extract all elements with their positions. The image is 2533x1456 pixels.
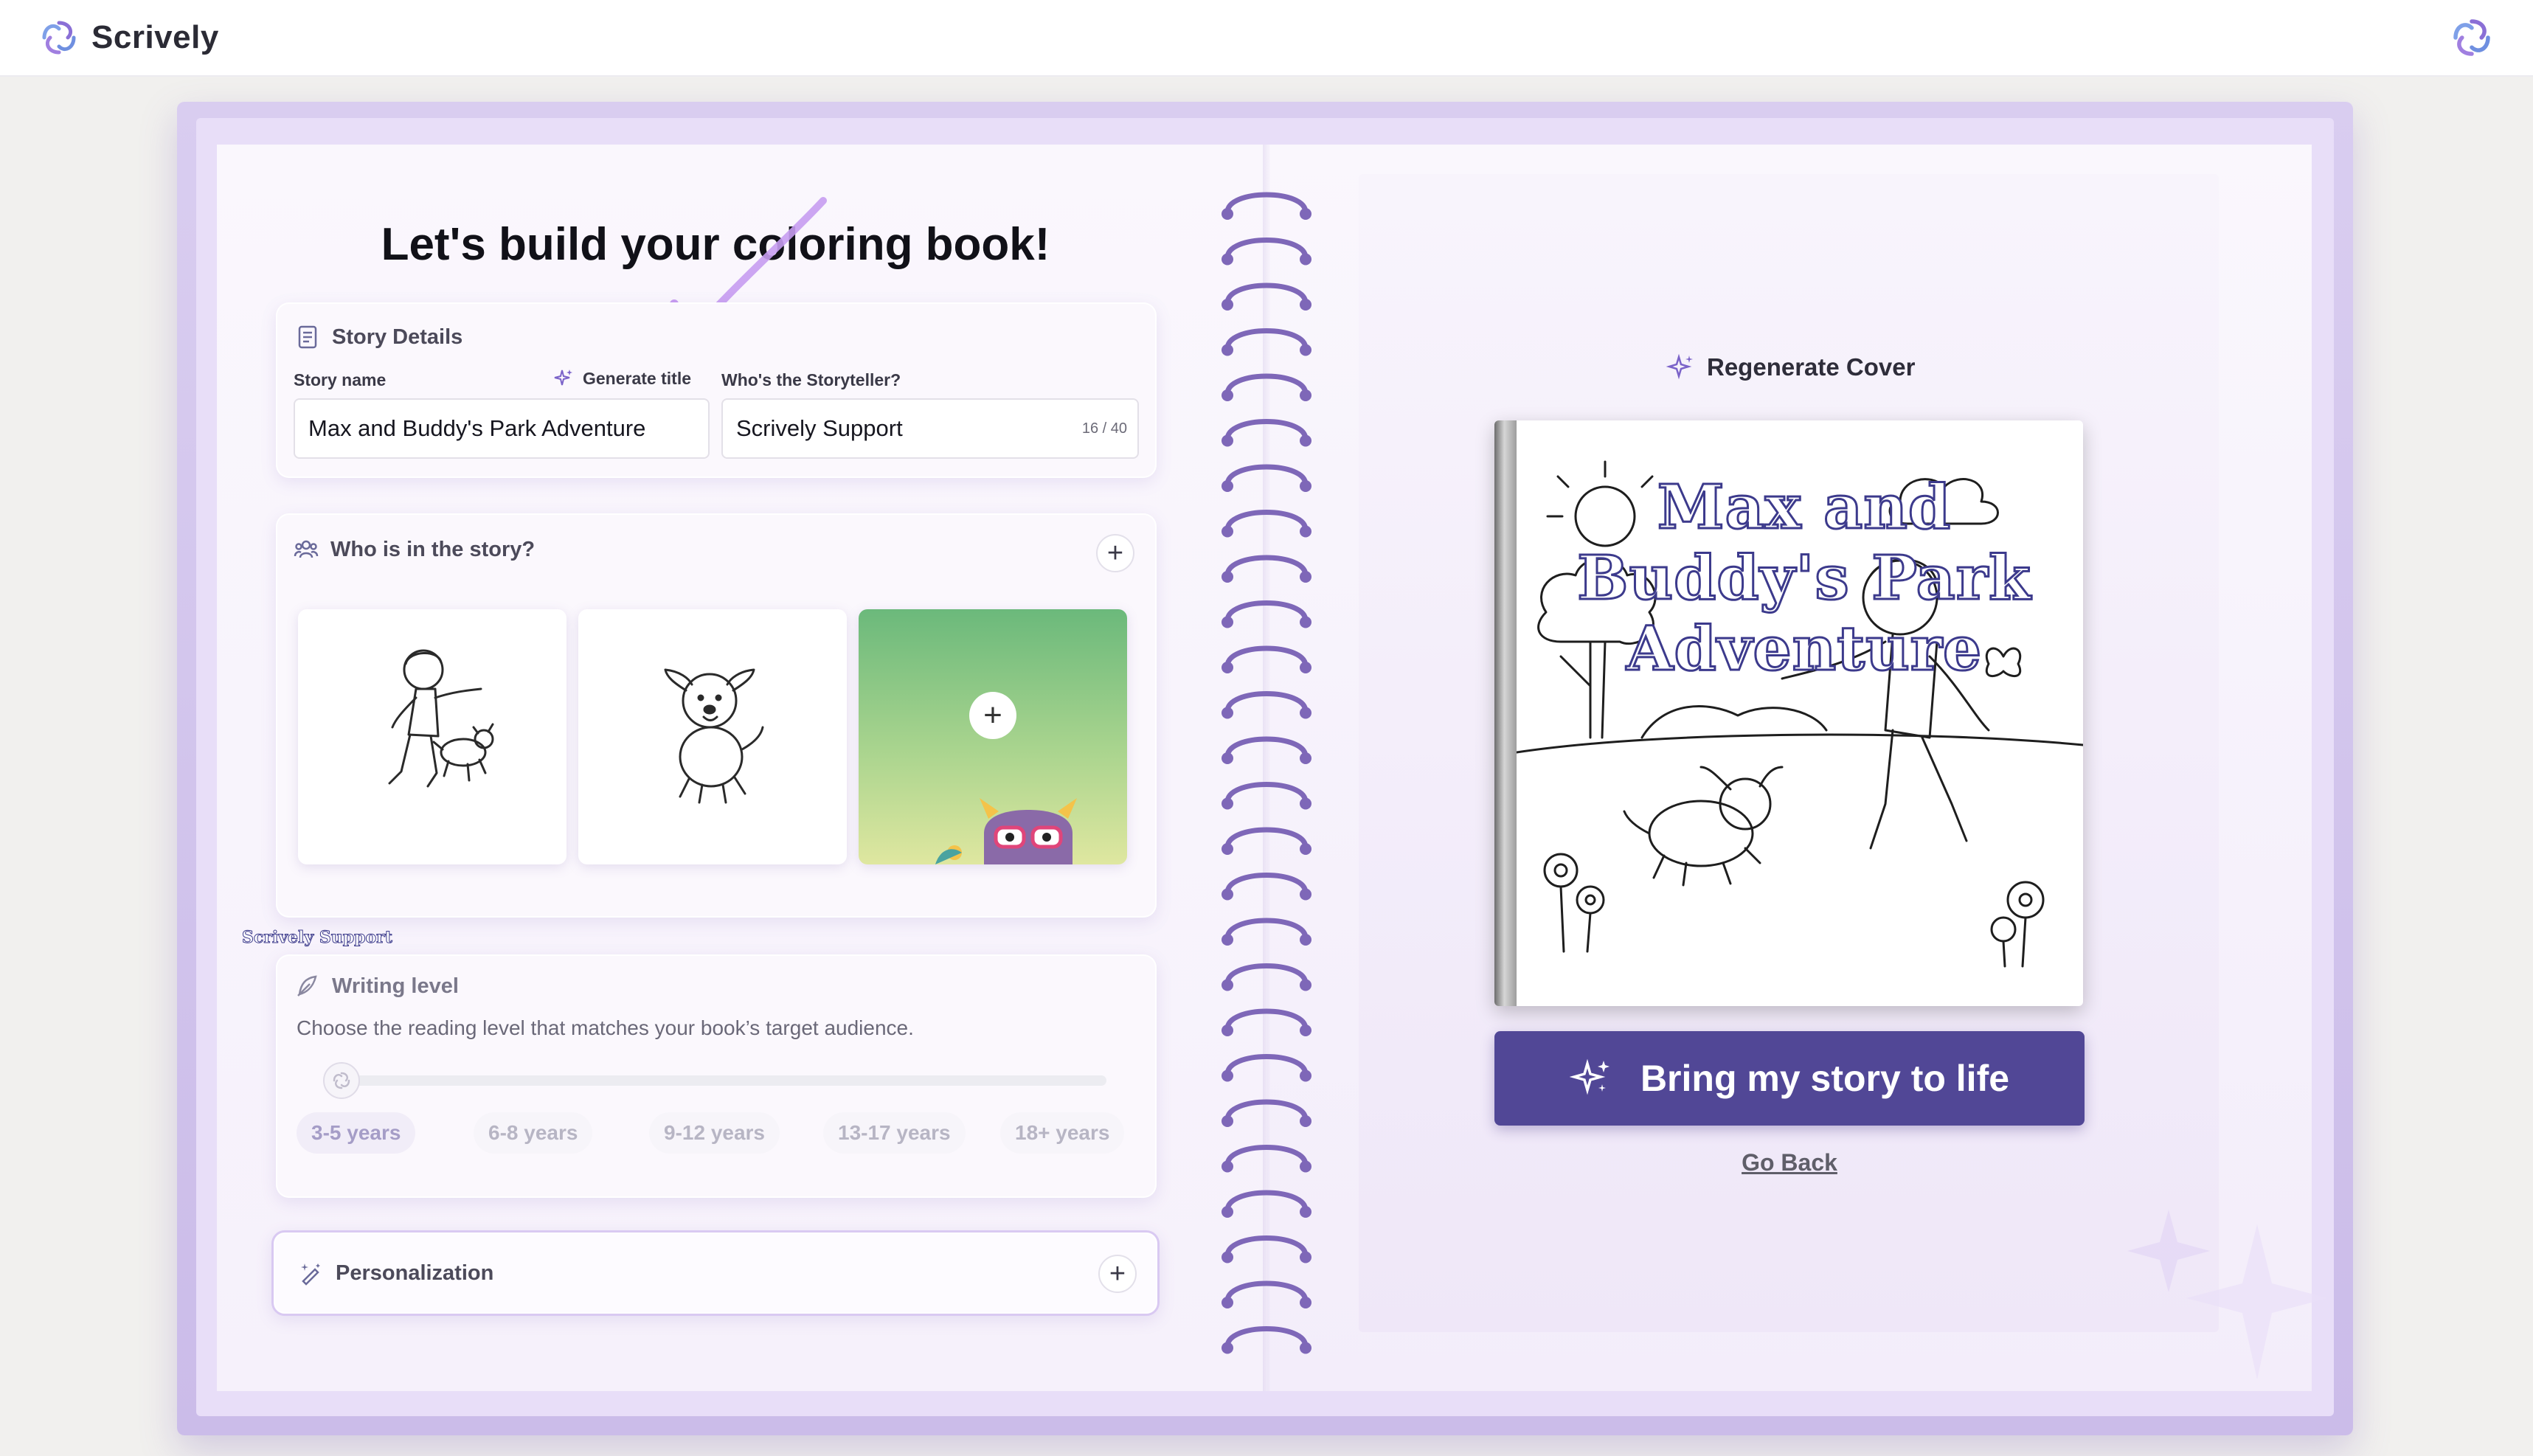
regenerate-cover-label: Regenerate Cover	[1707, 353, 1916, 381]
spiral-ring	[1222, 419, 1311, 447]
character-counter: 16 / 40	[1081, 420, 1127, 437]
scrively-logo-icon	[42, 21, 76, 55]
add-character-button[interactable]: +	[1096, 534, 1134, 572]
document-icon	[298, 325, 317, 349]
scrively-logo-icon	[333, 1072, 350, 1089]
spiral-ring	[1222, 1145, 1311, 1173]
spiral-ring	[1222, 600, 1311, 628]
story-details-card: Story Details Story name Generate title …	[276, 302, 1157, 478]
writing-level-slider-track[interactable]	[328, 1075, 1106, 1086]
magic-pen-icon	[301, 1263, 320, 1286]
character-tile-add[interactable]: +	[859, 609, 1127, 864]
monster-mascot-icon	[935, 798, 1077, 864]
sparkle-icon	[1666, 353, 1693, 380]
sparkle-decoration-icon	[2127, 1210, 2328, 1379]
people-icon	[294, 540, 319, 558]
characters-header: Who is in the story?	[294, 537, 535, 562]
writing-level-header: Writing level	[295, 974, 459, 999]
spiral-ring	[1222, 827, 1311, 855]
spiral-ring	[1222, 373, 1311, 401]
character-tile-boy-and-puppy[interactable]	[298, 609, 566, 864]
spiral-ring	[1222, 282, 1311, 311]
personalization-title: Personalization	[336, 1261, 494, 1285]
feather-pen-icon	[297, 975, 317, 996]
writing-level-description: Choose the reading level that matches yo…	[297, 1016, 914, 1039]
spiral-binding-icon	[1222, 192, 1311, 1354]
cover-title-line: Buddy's Park	[1576, 542, 2032, 615]
spiral-ring	[1222, 1054, 1311, 1082]
spiral-ring	[1222, 238, 1311, 266]
spiral-ring	[1222, 510, 1311, 538]
spiral-ring	[1222, 918, 1311, 946]
brand-name: Scrively	[91, 19, 219, 55]
spiral-ring	[1222, 1235, 1311, 1263]
book-cover-preview: Max and Buddy's Park Adventure	[1494, 420, 2083, 1006]
storyteller-label: Who's the Storyteller?	[721, 370, 901, 389]
spiral-ring	[1222, 691, 1311, 719]
personalization-card[interactable]: Personalization +	[271, 1230, 1160, 1316]
spiral-ring	[1222, 1190, 1311, 1218]
personalization-header: Personalization	[299, 1261, 493, 1286]
story-name-input[interactable]: Max and Buddy's Park Adventure	[294, 398, 710, 459]
spiral-ring	[1222, 782, 1311, 810]
characters-title: Who is in the story?	[330, 537, 536, 561]
story-name-label: Story name	[294, 370, 387, 389]
go-back-link[interactable]: Go Back	[1701, 1149, 1878, 1176]
writing-level-slider-handle[interactable]	[323, 1062, 360, 1099]
level-chip-18-plus[interactable]: 18+ years	[1000, 1112, 1125, 1154]
generate-title-label: Generate title	[583, 368, 691, 388]
regenerate-cover-button[interactable]: Regenerate Cover	[1666, 353, 1915, 382]
spiral-ring	[1222, 1099, 1311, 1127]
cover-title-line: Max and	[1656, 471, 1952, 544]
bring-story-to-life-button[interactable]: Bring my story to life	[1494, 1031, 2085, 1126]
spiral-ring	[1222, 464, 1311, 492]
spiral-ring	[1222, 963, 1311, 991]
level-chip-6-8[interactable]: 6-8 years	[474, 1112, 593, 1154]
spiral-ring	[1222, 873, 1311, 901]
puppy-illustration-icon	[664, 668, 764, 804]
level-chip-3-5[interactable]: 3-5 years	[297, 1112, 416, 1154]
spiral-ring	[1222, 1280, 1311, 1308]
generate-title-button[interactable]: Generate title	[552, 367, 691, 389]
storyteller-value: Scrively Support	[736, 415, 903, 441]
cover-spine	[1494, 420, 1517, 1006]
story-details-title: Story Details	[332, 325, 463, 349]
spiral-ring	[1222, 1326, 1311, 1354]
writing-level-title: Writing level	[332, 974, 459, 998]
spiral-ring	[1222, 192, 1311, 220]
spiral-ring	[1222, 736, 1311, 764]
top-bar: Scrively	[0, 0, 2533, 77]
cover-author: Scrively Support	[242, 928, 393, 948]
sparkle-icon	[1569, 1058, 1609, 1095]
brand[interactable]: Scrively	[37, 13, 219, 62]
expand-personalization-button[interactable]: +	[1098, 1255, 1137, 1293]
spiral-ring	[1222, 1008, 1311, 1036]
cover-title-line: Adventure	[1625, 613, 1983, 686]
scrively-logo-icon[interactable]	[2447, 13, 2496, 62]
writing-level-card: Writing level Choose the reading level t…	[276, 954, 1157, 1198]
level-chip-13-17[interactable]: 13-17 years	[823, 1112, 966, 1154]
characters-card: Who is in the story? + +	[276, 513, 1157, 918]
spiral-ring	[1222, 645, 1311, 673]
level-chip-9-12[interactable]: 9-12 years	[649, 1112, 780, 1154]
spiral-ring	[1222, 328, 1311, 356]
cover-title: Max and Buddy's Park Adventure	[1539, 471, 2070, 686]
character-tile-puppy[interactable]	[578, 609, 847, 864]
spiral-ring	[1222, 555, 1311, 583]
story-details-header: Story Details	[295, 325, 462, 350]
storyteller-input[interactable]: Scrively Support 16 / 40	[721, 398, 1139, 459]
primary-action-label: Bring my story to life	[1640, 1058, 2010, 1099]
boy-with-puppy-illustration-icon	[388, 649, 494, 788]
sparkle-icon	[554, 370, 572, 386]
